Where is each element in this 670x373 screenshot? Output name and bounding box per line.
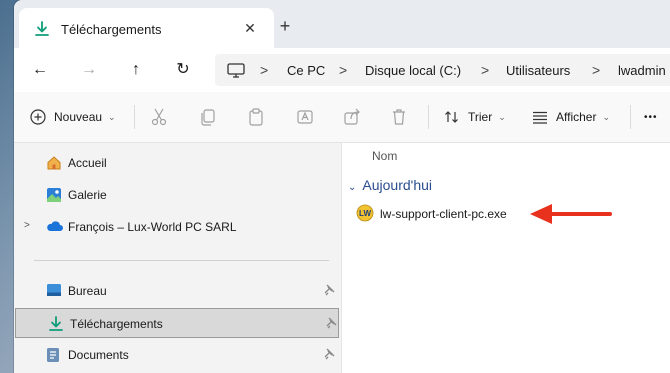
pin-icon[interactable] — [323, 284, 335, 299]
new-button-label: Nouveau — [54, 110, 103, 124]
sidebar-item-downloads[interactable]: Téléchargements — [15, 308, 339, 338]
close-tab-icon[interactable]: ✕ — [241, 19, 259, 37]
pin-icon[interactable] — [323, 348, 335, 363]
more-options-icon[interactable]: ••• — [644, 92, 658, 142]
group-label: Aujourd'hui — [362, 177, 433, 193]
chevron-down-icon: ⌄ — [602, 111, 611, 122]
gallery-icon — [46, 187, 62, 206]
breadcrumb-this-pc[interactable]: Ce PC — [287, 63, 325, 78]
download-icon — [34, 21, 50, 40]
sort-button-label: Trier — [468, 110, 493, 124]
view-button-label: Afficher — [556, 110, 597, 124]
sidebar-item-home[interactable]: Accueil — [14, 148, 341, 178]
back-arrow-icon[interactable]: ← — [28, 58, 52, 82]
pin-icon[interactable] — [325, 317, 337, 332]
command-bar: Nouveau ⌄ Trier ⌄ Afficher ⌄ ••• — [14, 92, 670, 143]
share-icon[interactable] — [342, 107, 362, 127]
lw-app-icon: LW — [356, 204, 374, 225]
breadcrumb-separator-icon: > — [481, 62, 490, 78]
view-button[interactable]: Afficher ⌄ — [532, 92, 610, 142]
sidebar-item-label: Téléchargements — [70, 317, 163, 331]
file-explorer-window: Téléchargements ✕ + ← → ↑ ↻ > Ce PC > Di… — [14, 0, 670, 373]
trash-icon[interactable] — [389, 107, 409, 127]
sidebar-divider — [34, 260, 329, 261]
toolbar-divider — [134, 105, 135, 129]
onedrive-cloud-icon — [46, 219, 63, 236]
file-name: lw-support-client-pc.exe — [380, 207, 507, 221]
breadcrumb-lwadmin[interactable]: lwadmin — [618, 63, 666, 78]
breadcrumb-separator-icon: > — [592, 62, 601, 78]
up-arrow-icon[interactable]: ↑ — [124, 58, 148, 82]
home-icon — [46, 155, 62, 174]
sidebar-item-documents[interactable]: Documents — [14, 340, 341, 370]
red-arrow-annotation — [530, 204, 612, 224]
desktop-icon — [46, 283, 62, 300]
sidebar-item-gallery[interactable]: Galerie — [14, 180, 341, 210]
toolbar-divider — [630, 105, 631, 129]
paste-icon[interactable] — [246, 107, 266, 127]
navigation-pane: Accueil Galerie > François – Lux-World P… — [14, 143, 342, 373]
toolbar-divider — [428, 105, 429, 129]
tab-downloads[interactable]: Téléchargements ✕ — [19, 8, 274, 48]
chevron-right-icon[interactable]: > — [24, 220, 30, 231]
forward-arrow-icon[interactable]: → — [77, 58, 101, 82]
computer-icon — [227, 63, 245, 81]
chevron-down-icon: ⌄ — [108, 111, 116, 122]
view-list-icon — [533, 111, 547, 124]
sort-arrows-icon — [445, 111, 458, 123]
sidebar-item-label: Accueil — [68, 156, 107, 170]
navigation-bar: ← → ↑ ↻ > Ce PC > Disque local (C:) > Ut… — [14, 48, 670, 92]
group-header-today[interactable]: ⌄ Aujourd'hui — [348, 177, 432, 193]
download-icon — [48, 316, 64, 335]
refresh-icon[interactable]: ↻ — [171, 58, 195, 82]
svg-text:LW: LW — [359, 209, 371, 218]
tab-strip: Téléchargements ✕ + — [14, 0, 670, 48]
sidebar-item-label: Bureau — [68, 284, 107, 298]
sidebar-item-label: François – Lux-World PC SARL — [68, 220, 237, 234]
breadcrumb-users[interactable]: Utilisateurs — [506, 63, 570, 78]
breadcrumb-separator-icon: > — [339, 62, 348, 78]
address-bar[interactable]: > Ce PC > Disque local (C:) > Utilisateu… — [215, 54, 670, 86]
file-item[interactable]: LW lw-support-client-pc.exe — [356, 203, 507, 225]
breadcrumb-separator-icon: > — [260, 62, 269, 78]
rename-icon[interactable] — [295, 107, 315, 127]
chevron-down-icon: ⌄ — [498, 111, 506, 122]
breadcrumb-local-disk[interactable]: Disque local (C:) — [365, 63, 461, 78]
file-list-pane: Nom ⌄ Aujourd'hui LW lw-support-client-pc… — [342, 143, 670, 373]
sidebar-item-onedrive[interactable]: > François – Lux-World PC SARL — [14, 212, 341, 242]
sidebar-item-label: Galerie — [68, 188, 107, 202]
cut-icon[interactable] — [149, 107, 169, 127]
documents-icon — [46, 347, 60, 366]
sidebar-item-desktop[interactable]: Bureau — [14, 276, 341, 306]
column-header-name[interactable]: Nom — [372, 149, 397, 163]
sidebar-item-label: Documents — [68, 348, 129, 362]
chevron-down-icon: ⌄ — [348, 182, 357, 193]
new-tab-button[interactable]: + — [276, 17, 294, 35]
plus-circle-icon — [30, 109, 46, 125]
copy-icon[interactable] — [198, 107, 218, 127]
new-button[interactable]: Nouveau ⌄ — [30, 92, 116, 142]
sort-button[interactable]: Trier ⌄ — [444, 92, 506, 142]
tab-title: Téléchargements — [61, 22, 162, 37]
